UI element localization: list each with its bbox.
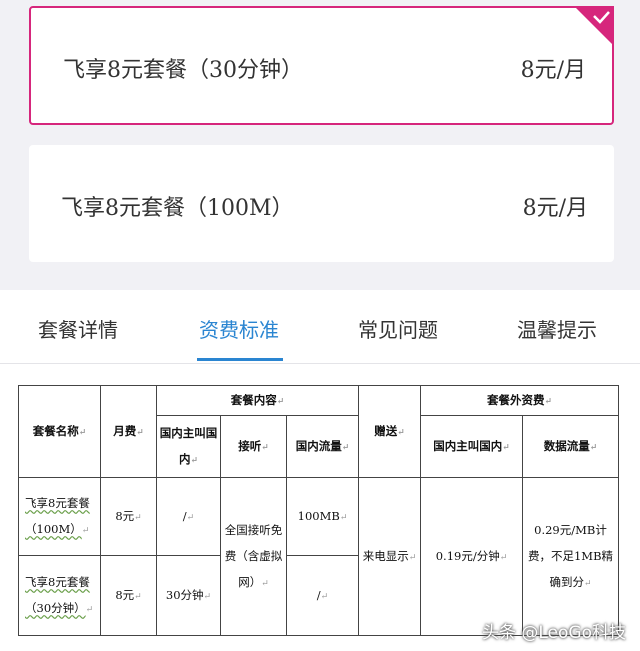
plan-price: 8元/月 <box>522 195 588 221</box>
row-answer: 全国接听免费（含虚拟网）↵ <box>220 477 287 636</box>
plan-selector: 飞享8元套餐（30分钟） 8元/月 飞享8元套餐（100M） 8元/月 <box>0 0 640 290</box>
row-data: 100MB↵ <box>286 477 359 556</box>
row-name: 飞享8元套餐（30分钟）↵ <box>18 555 101 636</box>
header-answer: 接听↵ <box>220 415 287 478</box>
header-package-content: 套餐内容↵ <box>156 385 359 416</box>
row-calls: /↵ <box>156 477 221 556</box>
row-bonus: 来电显示↵ <box>358 477 421 636</box>
plan-card-30min[interactable]: 飞享8元套餐（30分钟） 8元/月 <box>29 6 614 125</box>
header-extra-calls: 国内主叫国内↵ <box>420 415 523 478</box>
header-domestic-calls: 国内主叫国内↵ <box>156 415 221 478</box>
tab-fee-standard[interactable]: 资费标准 <box>199 314 279 343</box>
tab-tips[interactable]: 温馨提示 <box>517 314 597 343</box>
row-monthly-fee: 8元↵ <box>100 555 157 636</box>
row-extra-data-rate: 0.29元/MB计费，不足1MB精确到分↵ <box>521 477 620 636</box>
watermark: 头条 @LeoGo科技 <box>481 623 626 643</box>
active-tab-indicator <box>197 358 283 361</box>
plan-name: 飞享8元套餐（100M） <box>61 195 294 221</box>
header-bonus: 赠送↵ <box>358 385 421 478</box>
row-calls: 30分钟↵ <box>156 555 221 636</box>
header-domestic-data: 国内流量↵ <box>286 415 359 478</box>
header-package-name: 套餐名称↵ <box>18 385 101 478</box>
row-extra-call-rate: 0.19元/分钟↵ <box>420 477 523 636</box>
row-name: 飞享8元套餐（100M）↵ <box>18 477 101 556</box>
tab-package-details[interactable]: 套餐详情 <box>38 314 118 343</box>
header-data-traffic: 数据流量↵ <box>521 415 620 478</box>
row-data: /↵ <box>286 555 359 636</box>
header-extra-fees: 套餐外资费↵ <box>419 385 620 416</box>
plan-card-100m[interactable]: 飞享8元套餐（100M） 8元/月 <box>29 145 614 262</box>
row-monthly-fee: 8元↵ <box>100 477 157 556</box>
header-monthly-fee: 月费↵ <box>100 385 157 478</box>
plan-price: 8元/月 <box>520 57 586 83</box>
selected-check-icon <box>574 6 614 46</box>
plan-name: 飞享8元套餐（30分钟） <box>63 57 303 83</box>
tab-bar: 套餐详情 资费标准 常见问题 温馨提示 <box>0 290 640 364</box>
fee-table: 套餐名称↵ 月费↵ 套餐内容↵ 赠送↵ 套餐外资费↵ 国内主叫国内↵ 接听↵ 国… <box>18 385 620 636</box>
tab-faq[interactable]: 常见问题 <box>358 314 438 343</box>
